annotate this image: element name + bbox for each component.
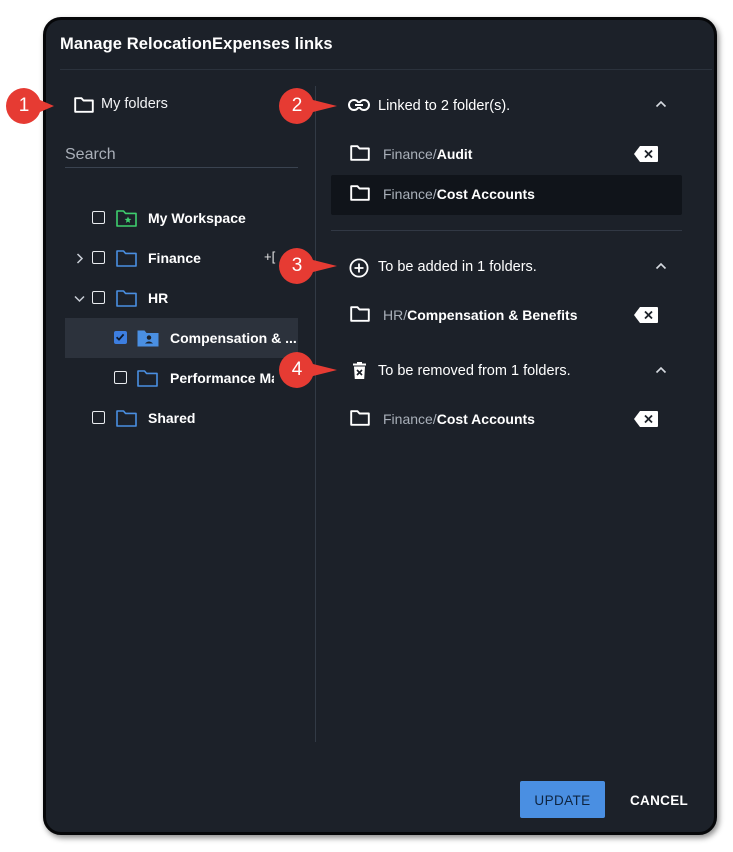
folder-outline-icon bbox=[350, 410, 370, 426]
link-icon bbox=[348, 99, 370, 111]
checkbox[interactable] bbox=[114, 371, 127, 384]
folder-path: Finance/Cost Accounts bbox=[383, 186, 535, 202]
folder-path: Finance/Audit bbox=[383, 146, 473, 162]
chevron-up-icon[interactable] bbox=[655, 366, 667, 374]
to-remove-section-title: To be removed from 1 folders. bbox=[378, 363, 571, 379]
callout-marker-1: 1 bbox=[4, 86, 54, 126]
trash-icon bbox=[353, 362, 366, 379]
to-add-section-title: To be added in 1 folders. bbox=[378, 259, 537, 275]
folder-outline-icon bbox=[350, 145, 370, 161]
add-circle-icon bbox=[349, 258, 369, 278]
backspace-remove-icon[interactable] bbox=[633, 306, 659, 324]
callout-marker-3: 3 bbox=[277, 246, 337, 286]
callout-number: 3 bbox=[291, 255, 303, 276]
chevron-right-icon[interactable] bbox=[76, 253, 84, 264]
tree-item-label: Finance bbox=[148, 250, 201, 266]
callout-number: 4 bbox=[291, 359, 303, 380]
backspace-remove-icon[interactable] bbox=[633, 410, 659, 428]
checkbox-checked[interactable] bbox=[114, 331, 127, 344]
tree-item-label: HR bbox=[148, 290, 169, 306]
chevron-up-icon[interactable] bbox=[655, 262, 667, 270]
folder-icon bbox=[116, 410, 137, 427]
search-input[interactable] bbox=[65, 142, 298, 168]
chevron-down-icon[interactable] bbox=[74, 295, 85, 303]
folder-outline-icon bbox=[74, 97, 94, 113]
panel-divider bbox=[315, 86, 316, 742]
tree-item-label: Compensation & ... bbox=[170, 330, 297, 346]
folder-outline-icon bbox=[350, 185, 370, 201]
tree-item-overflow-text: +[ bbox=[264, 249, 276, 264]
my-folders-header[interactable]: My folders bbox=[101, 96, 168, 112]
folder-icon bbox=[116, 290, 137, 307]
callout-number: 2 bbox=[291, 95, 303, 116]
dialog-title: Manage RelocationExpenses links bbox=[60, 35, 333, 53]
tree-item-label: My Workspace bbox=[148, 210, 246, 226]
tree-item-label: Performance Ma bbox=[170, 370, 274, 386]
folder-outline-icon bbox=[350, 306, 370, 322]
cancel-button[interactable]: CANCEL bbox=[624, 781, 688, 818]
manage-links-dialog: Manage RelocationExpenses links My folde… bbox=[43, 17, 717, 835]
title-divider bbox=[60, 69, 712, 70]
folder-star-icon bbox=[116, 210, 137, 227]
checkmark-icon bbox=[115, 333, 125, 341]
folder-icon bbox=[116, 250, 137, 267]
checkbox[interactable] bbox=[92, 211, 105, 224]
folder-icon bbox=[137, 370, 158, 387]
callout-number: 1 bbox=[18, 95, 30, 116]
folder-person-icon bbox=[137, 330, 159, 347]
folder-path: Finance/Cost Accounts bbox=[383, 411, 535, 427]
backspace-remove-icon[interactable] bbox=[633, 145, 659, 163]
section-divider bbox=[331, 230, 682, 231]
folder-path: HR/Compensation & Benefits bbox=[383, 307, 578, 323]
callout-marker-4: 4 bbox=[277, 350, 337, 390]
linked-section-title: Linked to 2 folder(s). bbox=[378, 98, 511, 114]
chevron-up-icon[interactable] bbox=[655, 100, 667, 108]
checkbox[interactable] bbox=[92, 291, 105, 304]
update-button[interactable]: UPDATE bbox=[520, 781, 605, 818]
tree-item-label: Shared bbox=[148, 410, 196, 426]
callout-marker-2: 2 bbox=[277, 86, 337, 126]
checkbox[interactable] bbox=[92, 251, 105, 264]
checkbox[interactable] bbox=[92, 411, 105, 424]
